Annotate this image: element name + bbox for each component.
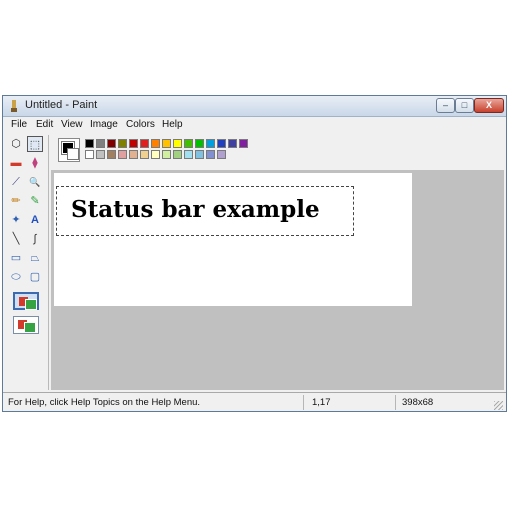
curve-icon[interactable]: ∫ — [27, 231, 43, 247]
fill-bucket-icon[interactable]: ⧫ — [27, 155, 43, 171]
current-colors[interactable] — [58, 138, 80, 162]
palette-swatch[interactable] — [140, 150, 149, 159]
palette-swatch[interactable] — [195, 150, 204, 159]
menu-image[interactable]: Image — [90, 119, 118, 130]
palette-swatch[interactable] — [107, 150, 116, 159]
paint-window: Untitled - Paint – □ X File Edit View Im… — [2, 95, 507, 412]
airbrush-icon[interactable]: ✦ — [8, 212, 24, 228]
palette-swatch[interactable] — [173, 139, 182, 148]
palette-swatch[interactable] — [217, 139, 226, 148]
status-divider — [395, 395, 396, 410]
rounded-rect-icon[interactable]: ▢ — [27, 269, 43, 285]
menu-bar: File Edit View Image Colors Help — [3, 117, 506, 131]
palette-swatch[interactable] — [162, 150, 171, 159]
status-divider — [303, 395, 304, 410]
menu-edit[interactable]: Edit — [36, 119, 53, 130]
ellipse-icon[interactable]: ⬭ — [8, 269, 24, 285]
palette-swatch[interactable] — [96, 150, 105, 159]
palette-swatch[interactable] — [129, 139, 138, 148]
rect-select-icon[interactable]: ⬚ — [27, 136, 43, 152]
text-icon[interactable]: A — [27, 212, 43, 228]
drawing-canvas[interactable]: Status bar example — [54, 173, 412, 306]
line-icon[interactable]: ╲ — [8, 231, 24, 247]
palette-swatch[interactable] — [239, 139, 248, 148]
palette-swatch[interactable] — [228, 139, 237, 148]
palette-swatch[interactable] — [85, 150, 94, 159]
palette-swatch[interactable] — [129, 150, 138, 159]
menu-file[interactable]: File — [11, 119, 27, 130]
palette-swatch[interactable] — [118, 139, 127, 148]
color-picker-icon[interactable]: ⟋ — [8, 174, 24, 190]
palette-swatch[interactable] — [85, 139, 94, 148]
resize-grip-icon[interactable] — [494, 401, 503, 410]
status-bar: For Help, click Help Topics on the Help … — [3, 392, 506, 412]
status-help-text: For Help, click Help Topics on the Help … — [8, 397, 201, 408]
palette-swatch[interactable] — [151, 139, 160, 148]
background-color[interactable] — [67, 148, 79, 160]
opaque-background-option[interactable] — [13, 292, 39, 310]
transparent-background-option[interactable] — [13, 316, 39, 334]
palette-swatch[interactable] — [206, 150, 215, 159]
window-title: Untitled - Paint — [25, 99, 98, 111]
rectangle-icon[interactable]: ▭ — [8, 250, 24, 266]
canvas-text: Status bar example — [71, 196, 320, 223]
menu-view[interactable]: View — [61, 119, 83, 130]
menu-help[interactable]: Help — [162, 119, 183, 130]
palette-swatch[interactable] — [173, 150, 182, 159]
close-button[interactable]: X — [474, 98, 504, 113]
polygon-icon[interactable]: ⏢ — [27, 250, 43, 266]
paint-app-icon — [11, 100, 17, 112]
palette-swatch[interactable] — [217, 150, 226, 159]
status-cursor-position: 1,17 — [312, 397, 331, 408]
color-palette — [58, 138, 258, 162]
palette-swatch[interactable] — [151, 150, 160, 159]
palette-swatch[interactable] — [206, 139, 215, 148]
menu-colors[interactable]: Colors — [126, 119, 155, 130]
magnifier-icon[interactable]: 🔍 — [27, 174, 43, 190]
palette-swatch[interactable] — [184, 139, 193, 148]
shape-swatch-icon — [24, 322, 36, 333]
pencil-icon[interactable]: ✏ — [8, 193, 24, 209]
free-select-icon[interactable]: ⬡ — [8, 136, 24, 152]
eraser-icon[interactable]: ▬ — [8, 155, 24, 171]
toolbox: ⬡ ⬚ ▬ ⧫ ⟋ 🔍 ✏ ✎ ✦ A ╲ ∫ ▭ ⏢ ⬭ ▢ — [6, 135, 49, 390]
maximize-button[interactable]: □ — [455, 98, 474, 113]
brush-icon[interactable]: ✎ — [27, 193, 43, 209]
palette-swatch[interactable] — [162, 139, 171, 148]
text-selection-box[interactable]: Status bar example — [56, 186, 354, 236]
palette-swatch[interactable] — [118, 150, 127, 159]
palette-swatch[interactable] — [195, 139, 204, 148]
minimize-button[interactable]: – — [436, 98, 455, 113]
shape-swatch-icon — [25, 299, 37, 310]
palette-swatch[interactable] — [96, 139, 105, 148]
palette-swatch[interactable] — [140, 139, 149, 148]
canvas-workspace: Status bar example — [51, 170, 504, 390]
palette-swatch[interactable] — [184, 150, 193, 159]
title-bar[interactable]: Untitled - Paint – □ X — [3, 96, 506, 117]
palette-swatch[interactable] — [107, 139, 116, 148]
status-selection-size: 398x68 — [402, 397, 434, 408]
